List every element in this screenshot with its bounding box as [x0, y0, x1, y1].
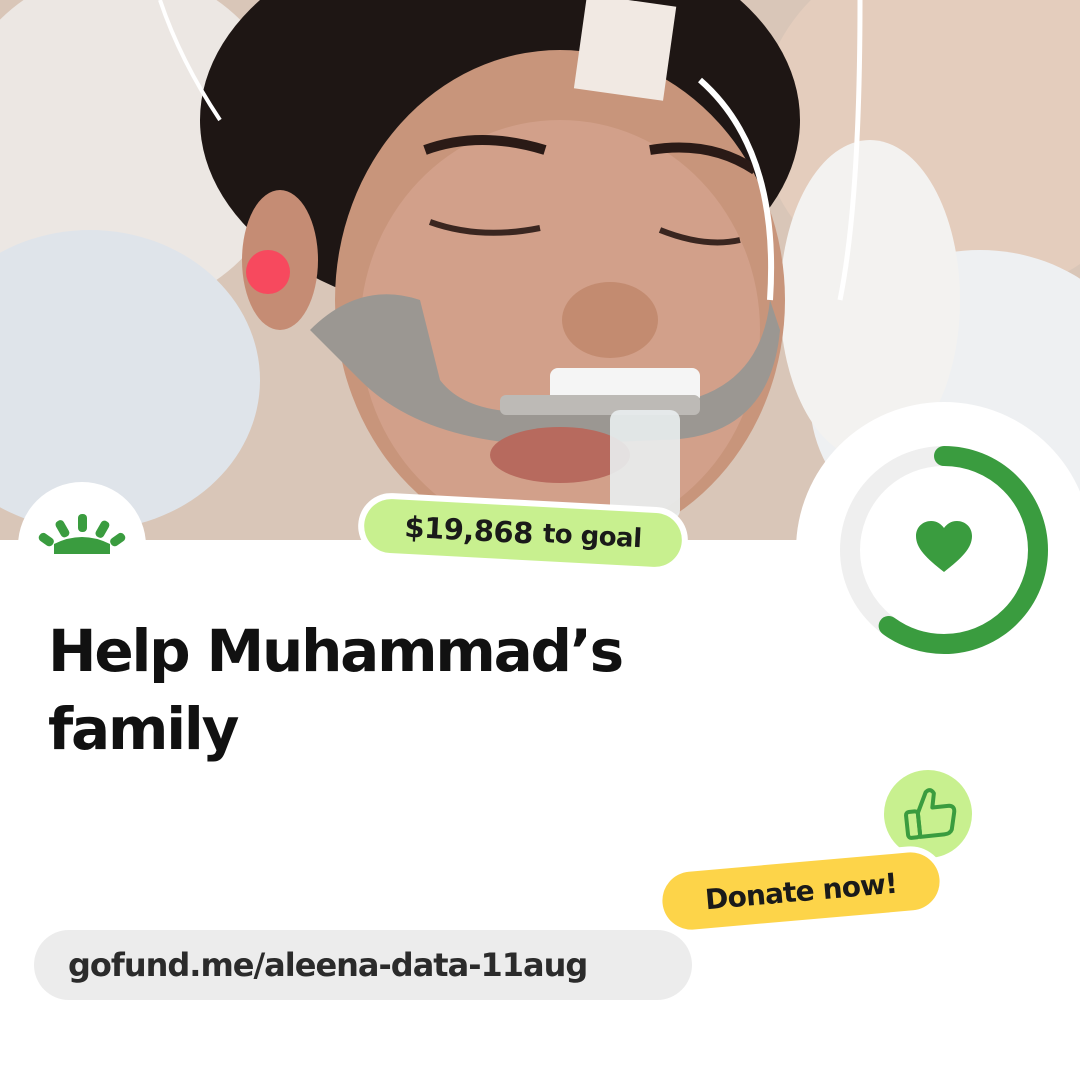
heart-icon	[916, 521, 972, 572]
gofundme-sunrise-icon	[38, 514, 126, 554]
campaign-title: Help Muhammad’s family	[48, 612, 748, 768]
progress-ring	[840, 446, 1048, 654]
goal-amount: $19,868	[403, 509, 534, 551]
campaign-title-line1: Help Muhammad’s	[48, 617, 624, 685]
goal-pill-inner: $19,868 to goal	[362, 497, 684, 569]
campaign-title-line2: family	[48, 695, 239, 763]
fundraiser-card: $19,868 to goal Help Muhammad’s family D…	[0, 0, 1080, 1080]
campaign-link[interactable]: gofund.me/aleena-data-11aug	[34, 930, 692, 1000]
thumbs-up-icon	[903, 788, 957, 840]
goal-suffix: to goal	[542, 519, 643, 555]
